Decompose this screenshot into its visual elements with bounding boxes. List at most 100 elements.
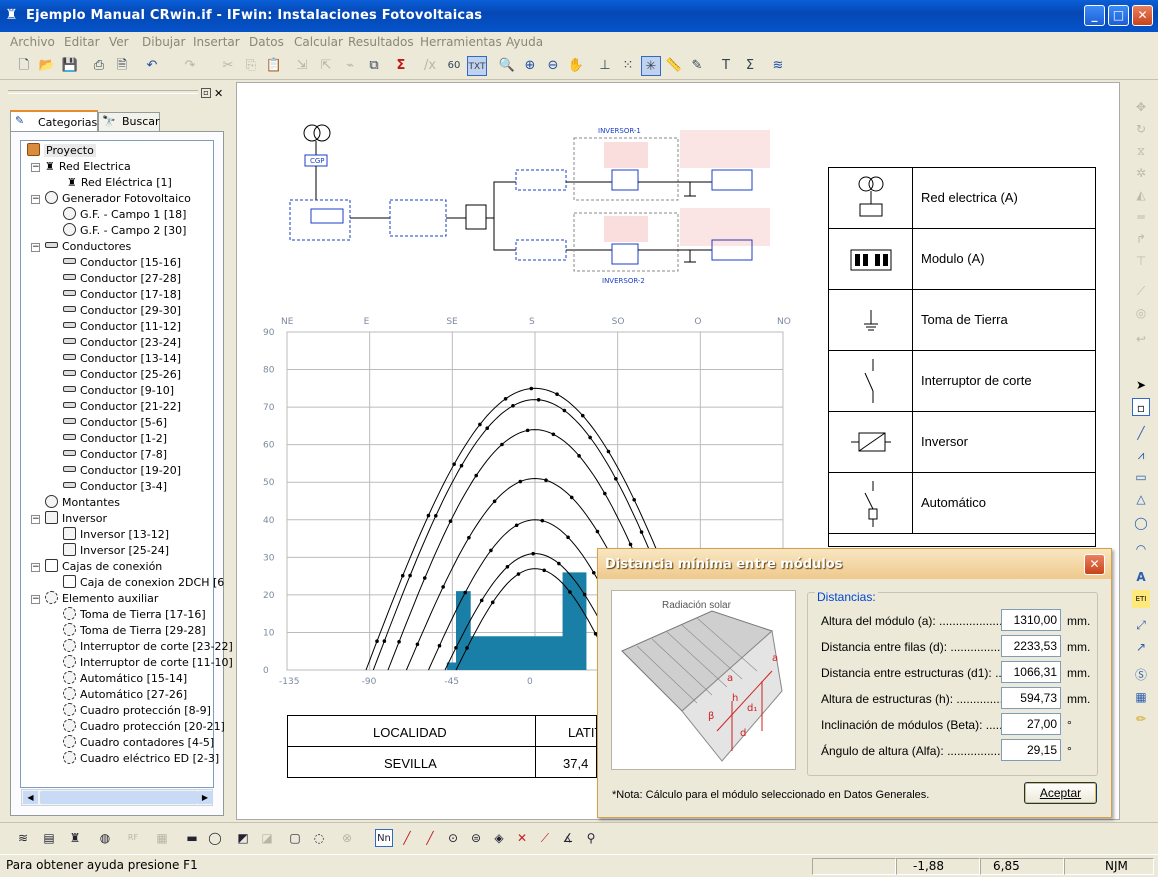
dimension-tool-icon[interactable]: ⤢ <box>1132 616 1150 634</box>
calendar-tool-icon[interactable]: ▦ <box>153 829 171 847</box>
aux-tool-icon[interactable]: ◌ <box>310 829 328 847</box>
edit-wire-icon[interactable]: ⌁ <box>340 56 360 76</box>
line-red-tool-icon[interactable]: ╱ <box>398 829 416 847</box>
point-tool-icon[interactable]: ▫ <box>1132 398 1150 416</box>
minimize-button[interactable]: _ <box>1084 5 1105 26</box>
inverter-tool-icon[interactable]: ◩ <box>234 829 252 847</box>
tree-inv-2[interactable]: Inversor [25-24] <box>63 543 169 559</box>
tree-conductor-item[interactable]: Conductor [9-10] <box>63 383 174 399</box>
menu-ayuda[interactable]: Ayuda <box>506 35 543 49</box>
tree-gen[interactable]: Generador Fotovoltaico <box>45 191 191 207</box>
tree-conductor-item[interactable]: Conductor [23-24] <box>63 335 181 351</box>
collapse-aux-icon[interactable]: − <box>31 595 40 604</box>
montante-tool-icon[interactable]: ◯ <box>206 829 224 847</box>
tree-root[interactable]: Proyecto <box>27 143 96 159</box>
tree-conductor-item[interactable]: Conductor [17-18] <box>63 287 181 303</box>
angle-tool-icon[interactable]: ∡ <box>559 829 577 847</box>
symbol-tool-icon[interactable]: Ⓢ <box>1132 666 1150 684</box>
restore-panel-icon[interactable]: ▫ <box>201 88 211 98</box>
flip-icon[interactable]: ◭ <box>1132 186 1150 204</box>
conductor-tool-icon[interactable]: ▬ <box>183 829 201 847</box>
menu-datos[interactable]: Datos <box>249 35 284 49</box>
pick-icon[interactable]: ✎ <box>687 56 707 76</box>
tree-cond[interactable]: Conductores <box>45 239 131 255</box>
save-icon[interactable]: 💾 <box>60 56 80 76</box>
zoom-in-icon[interactable]: ⊕ <box>520 56 540 76</box>
pan-hand-icon[interactable]: ✋ <box>566 56 586 76</box>
tree-aux[interactable]: Elemento auxiliar <box>45 591 158 607</box>
rotate-icon[interactable]: ↻ <box>1132 120 1150 138</box>
panel-grip[interactable] <box>8 90 198 94</box>
tree-conductor-item[interactable]: Conductor [19-20] <box>63 463 181 479</box>
tree-conductor-item[interactable]: Conductor [3-4] <box>63 479 167 495</box>
menu-dibujar[interactable]: Dibujar <box>142 35 185 49</box>
sum-icon[interactable]: Σ <box>391 56 411 76</box>
tree-aux-item[interactable]: Cuadro eléctrico ED [2-3] <box>63 751 219 767</box>
tree-inv-1[interactable]: Inversor [13-12] <box>63 527 169 543</box>
extend-icon[interactable]: ⊤ <box>1132 252 1150 270</box>
text-tool-icon[interactable]: A <box>1132 568 1150 586</box>
scroll-left-icon[interactable]: ◀ <box>23 791 38 804</box>
tab-categorias[interactable]: ✎ Categorias <box>10 110 98 132</box>
pointer-icon[interactable]: ➤ <box>1132 376 1150 394</box>
collapse-cajas-icon[interactable]: − <box>31 563 40 572</box>
tree-aux-item[interactable]: Automático [27-26] <box>63 687 187 703</box>
print-icon[interactable]: ⎙ <box>89 56 109 76</box>
field-value-input[interactable]: 1066,31 <box>1001 661 1061 683</box>
line-tool-icon[interactable]: ╱ <box>1132 424 1150 442</box>
print-preview-icon[interactable]: 🗎 <box>112 56 132 76</box>
menu-ver[interactable]: Ver <box>109 35 129 49</box>
layers-icon[interactable]: ≋ <box>768 56 788 76</box>
disabled-tool-icon[interactable]: ⊗ <box>338 829 356 847</box>
undo-draw-icon[interactable]: ↩ <box>1132 330 1150 348</box>
arc-tool-icon[interactable]: ◠ <box>1132 540 1150 558</box>
grid-icon[interactable]: ⁙ <box>618 56 638 76</box>
layers-stack-icon[interactable]: ≋ <box>14 829 32 847</box>
move-node-icon[interactable]: ⇱ <box>316 56 336 76</box>
tree-conductor-item[interactable]: Conductor [29-30] <box>63 303 181 319</box>
inverter-dc-tool-icon[interactable]: ◪ <box>258 829 276 847</box>
menu-editar[interactable]: Editar <box>64 35 100 49</box>
tree-conductor-item[interactable]: Conductor [11-12] <box>63 319 181 335</box>
grid-tool-icon[interactable]: RF <box>124 829 142 847</box>
collapse-red-icon[interactable]: − <box>31 163 40 172</box>
box-tool-icon[interactable]: ▢ <box>286 829 304 847</box>
open-folder-icon[interactable]: 📂 <box>37 56 57 76</box>
new-file-icon[interactable]: 🗋 <box>14 56 34 76</box>
copy-icon[interactable]: ⎘ <box>241 56 261 76</box>
pv-panel-icon[interactable]: ▤ <box>40 829 58 847</box>
field-value-input[interactable]: 1310,00 <box>1001 609 1061 631</box>
label-tool-icon[interactable]: ETI <box>1132 590 1150 608</box>
edit-node-icon[interactable]: ⇲ <box>292 56 312 76</box>
collapse-inv-icon[interactable]: − <box>31 515 40 524</box>
scroll-right-icon[interactable]: ▶ <box>198 791 212 804</box>
tree-aux-item[interactable]: Toma de Tierra [29-28] <box>63 623 206 639</box>
tower-tool-icon[interactable]: ♜ <box>66 829 84 847</box>
zoom-icon[interactable]: 🔍 <box>497 56 517 76</box>
tree-inv[interactable]: Inversor <box>45 511 107 527</box>
tree-aux-item[interactable]: Cuadro contadores [4-5] <box>63 735 214 751</box>
text-label-icon[interactable]: TXT <box>467 56 487 76</box>
polygon-tool-icon[interactable]: △ <box>1132 490 1150 508</box>
rect-tool-icon[interactable]: ▭ <box>1132 468 1150 486</box>
menu-herramientas[interactable]: Herramientas <box>420 35 502 49</box>
tree-conductor-item[interactable]: Conductor [27-28] <box>63 271 181 287</box>
paste-icon[interactable]: 📋 <box>264 56 284 76</box>
text-format-icon[interactable]: T <box>716 56 736 76</box>
glasses-icon[interactable]: 60 <box>444 56 464 76</box>
undo-icon[interactable]: ↶ <box>142 56 162 76</box>
pencil-tool-icon[interactable]: ✏ <box>1132 710 1150 728</box>
tree-aux-item[interactable]: Toma de Tierra [17-16] <box>63 607 206 623</box>
tree-caja-1[interactable]: Caja de conexion 2DCH [6 <box>63 575 224 591</box>
tree-aux-item[interactable]: Automático [15-14] <box>63 671 187 687</box>
zoom-out-icon[interactable]: ⊖ <box>543 56 563 76</box>
maximize-button[interactable]: □ <box>1108 5 1129 26</box>
tree-aux-item[interactable]: Interruptor de corte [23-22] <box>63 639 233 655</box>
ruler-icon[interactable]: 📏 <box>664 56 684 76</box>
circle-point-tool-icon[interactable]: ⊙ <box>444 829 462 847</box>
aceptar-button[interactable]: Aceptar <box>1024 782 1097 804</box>
symbol-s-tool-icon[interactable]: ⊜ <box>467 829 485 847</box>
tree-red[interactable]: ♜ Red Electrica <box>45 159 131 175</box>
tree-gen-1[interactable]: G.F. - Campo 1 [18] <box>63 207 186 223</box>
move-icon[interactable]: ✥ <box>1132 98 1150 116</box>
